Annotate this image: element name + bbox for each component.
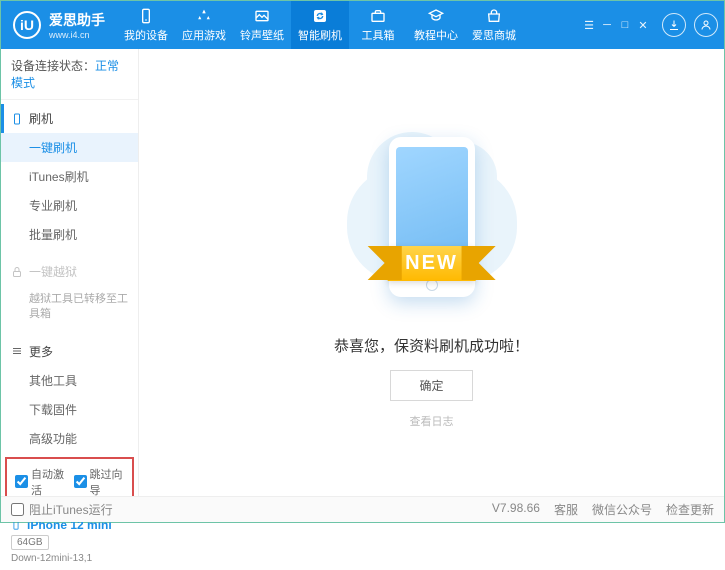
nav-label: 应用游戏 [182, 27, 226, 43]
menu-icon[interactable]: ☰ [582, 18, 596, 32]
nav-my-device[interactable]: 我的设备 [117, 1, 175, 49]
sidebar-item-advanced[interactable]: 高级功能 [1, 424, 138, 453]
logo-block: iU 爱思助手 www.i4.cn [1, 10, 117, 40]
success-illustration: NEW [342, 117, 522, 317]
device-sub: Down-12mini-13,1 [11, 553, 128, 564]
chk-label: 跳过向导 [90, 466, 125, 498]
flash-section: 刷机 一键刷机 iTunes刷机 专业刷机 批量刷机 [1, 100, 138, 253]
support-link[interactable]: 客服 [554, 501, 578, 518]
sidebar-item-itunes-flash[interactable]: iTunes刷机 [1, 162, 138, 191]
nav-label: 工具箱 [362, 27, 395, 43]
nav-store[interactable]: 爱思商城 [465, 1, 523, 49]
nav-label: 铃声壁纸 [240, 27, 284, 43]
ok-button[interactable]: 确定 [390, 370, 472, 401]
nav-apps-games[interactable]: 应用游戏 [175, 1, 233, 49]
phone-icon [138, 8, 154, 24]
nav-label: 智能刷机 [298, 27, 342, 43]
brand-text: 爱思助手 www.i4.cn [49, 10, 105, 40]
sidebar-item-pro-flash[interactable]: 专业刷机 [1, 191, 138, 220]
maximize-button[interactable]: □ [618, 18, 632, 32]
user-icon [700, 19, 712, 31]
jailbreak-head: 一键越狱 [1, 257, 138, 286]
phone-icon [11, 113, 23, 125]
sidebar-item-batch-flash[interactable]: 批量刷机 [1, 220, 138, 249]
nav-toolbox[interactable]: 工具箱 [349, 1, 407, 49]
titlebar-right: ☰ ─ □ ✕ [582, 13, 724, 37]
close-button[interactable]: ✕ [636, 18, 650, 32]
nav-label: 我的设备 [124, 27, 168, 43]
flash-head[interactable]: 刷机 [1, 104, 138, 133]
flash-list: 一键刷机 iTunes刷机 专业刷机 批量刷机 [1, 133, 138, 249]
footer-right: V7.98.66 客服 微信公众号 检查更新 [492, 501, 714, 518]
refresh-icon [312, 8, 328, 24]
nav-smart-flash[interactable]: 智能刷机 [291, 1, 349, 49]
jailbreak-head-label: 一键越狱 [29, 263, 77, 280]
conn-label: 设备连接状态： [11, 59, 95, 73]
nav-bar: 我的设备 应用游戏 铃声壁纸 智能刷机 工具箱 教程中心 [117, 1, 582, 49]
logo-icon: iU [13, 11, 41, 39]
success-message: 恭喜您，保资料刷机成功啦！ [334, 335, 529, 356]
main-content: NEW 恭喜您，保资料刷机成功啦！ 确定 查看日志 [139, 49, 724, 496]
view-log-link[interactable]: 查看日志 [410, 413, 454, 429]
block-itunes-label: 阻止iTunes运行 [29, 501, 113, 518]
jailbreak-note: 越狱工具已转移至工具箱 [1, 286, 138, 329]
window-controls: ☰ ─ □ ✕ [582, 18, 650, 32]
update-link[interactable]: 检查更新 [666, 501, 714, 518]
more-head-label: 更多 [29, 343, 53, 360]
more-list: 其他工具 下载固件 高级功能 [1, 366, 138, 453]
titlebar: iU 爱思助手 www.i4.cn 我的设备 应用游戏 铃声壁纸 智能刷机 [1, 1, 724, 49]
brand-name: 爱思助手 [49, 10, 105, 30]
sidebar: 设备连接状态：正常模式 刷机 一键刷机 iTunes刷机 专业刷机 批量刷机 一… [1, 49, 139, 496]
apps-icon [196, 8, 212, 24]
nav-label: 教程中心 [414, 27, 458, 43]
more-head[interactable]: 更多 [1, 337, 138, 366]
user-button[interactable] [694, 13, 718, 37]
body: 设备连接状态：正常模式 刷机 一键刷机 iTunes刷机 专业刷机 批量刷机 一… [1, 49, 724, 496]
more-section: 更多 其他工具 下载固件 高级功能 [1, 333, 138, 457]
version-label: V7.98.66 [492, 501, 540, 518]
minimize-button[interactable]: ─ [600, 18, 614, 32]
storage-badge: 64GB [11, 535, 49, 550]
jailbreak-section: 一键越狱 越狱工具已转移至工具箱 [1, 253, 138, 333]
flash-head-label: 刷机 [29, 110, 53, 127]
wallpaper-icon [254, 8, 270, 24]
auto-activate-checkbox[interactable]: 自动激活 [15, 466, 66, 498]
download-button[interactable] [662, 13, 686, 37]
toolbox-icon [370, 8, 386, 24]
list-icon [11, 345, 23, 357]
brand-url: www.i4.cn [49, 30, 105, 40]
download-icon [668, 19, 680, 31]
tutorial-icon [428, 8, 444, 24]
skip-guide-checkbox[interactable]: 跳过向导 [74, 466, 125, 498]
nav-ringtone-wallpaper[interactable]: 铃声壁纸 [233, 1, 291, 49]
lock-icon [11, 266, 23, 278]
logo-letter: iU [20, 17, 34, 33]
connection-status: 设备连接状态：正常模式 [1, 49, 138, 100]
store-icon [486, 8, 502, 24]
chk-label: 自动激活 [31, 466, 66, 498]
sidebar-item-oneclick-flash[interactable]: 一键刷机 [1, 133, 138, 162]
wechat-link[interactable]: 微信公众号 [592, 501, 652, 518]
nav-label: 爱思商城 [472, 27, 516, 43]
footer: 阻止iTunes运行 V7.98.66 客服 微信公众号 检查更新 [1, 496, 724, 522]
app-window: iU 爱思助手 www.i4.cn 我的设备 应用游戏 铃声壁纸 智能刷机 [0, 0, 725, 523]
sidebar-item-download-firmware[interactable]: 下载固件 [1, 395, 138, 424]
sidebar-item-other-tools[interactable]: 其他工具 [1, 366, 138, 395]
block-itunes-checkbox[interactable]: 阻止iTunes运行 [11, 501, 113, 518]
nav-tutorial[interactable]: 教程中心 [407, 1, 465, 49]
new-ribbon: NEW [387, 246, 476, 281]
